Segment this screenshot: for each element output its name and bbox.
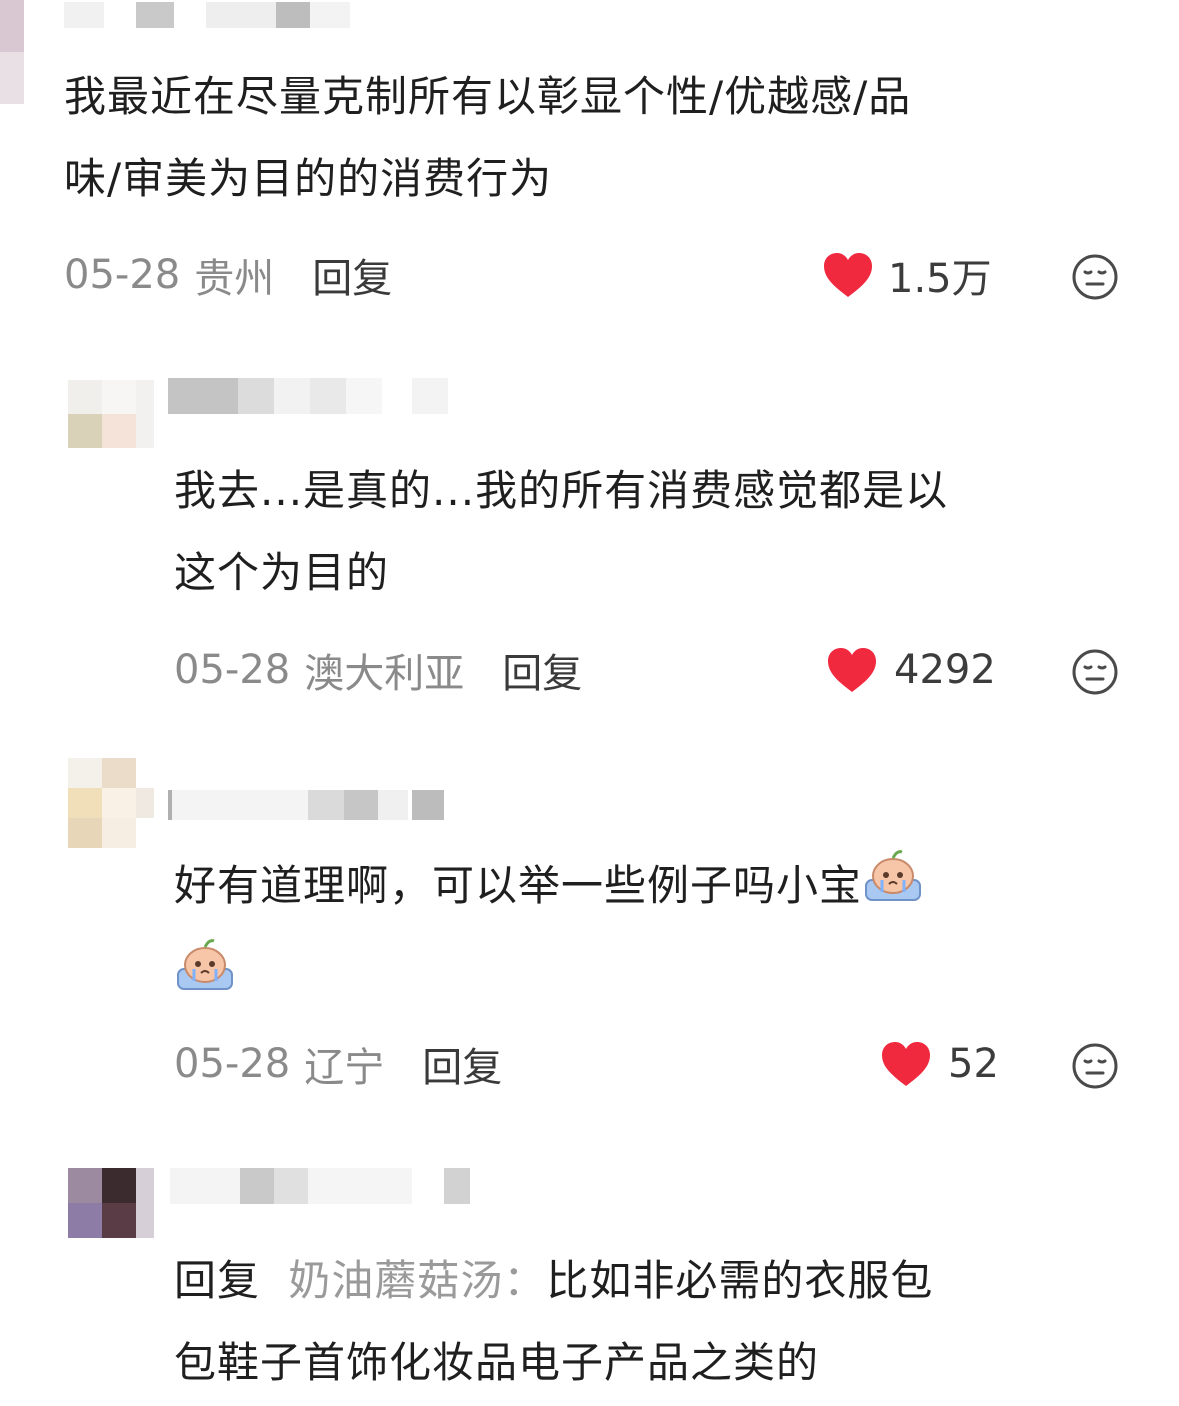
comment-line xyxy=(174,933,1134,1022)
comment-line: 回复 奶油蘑菇汤：比如非必需的衣服包 xyxy=(174,1240,1154,1322)
reply-button[interactable]: 回复 xyxy=(422,1035,502,1093)
reply-to-username[interactable]: 奶油蘑菇汤： xyxy=(288,1256,546,1305)
crying-peach-emoji xyxy=(174,933,236,1022)
reply-button[interactable]: 回复 xyxy=(312,246,392,304)
comment-text: 我去...是真的...我的所有消费感觉都是以 这个为目的 xyxy=(174,450,1134,614)
comment-meta: 05-28 澳大利亚 回复 xyxy=(174,640,582,700)
comment-date: 05-28 xyxy=(174,647,291,693)
heart-icon xyxy=(880,1040,932,1088)
comment-meta: 05-28 辽宁 回复 xyxy=(174,1034,502,1094)
heart-icon xyxy=(826,646,878,694)
neutral-face-icon[interactable] xyxy=(1071,1042,1119,1090)
comment-location: 辽宁 xyxy=(304,1045,385,1091)
comment-line: 这个为目的 xyxy=(174,548,390,597)
comment-line-text: 比如非必需的衣服包 xyxy=(546,1256,934,1305)
comment-date: 05-28 xyxy=(64,252,181,298)
comment-date: 05-28 xyxy=(174,1041,291,1087)
neutral-face-icon[interactable] xyxy=(1071,253,1119,301)
comment-location: 澳大利亚 xyxy=(304,651,465,697)
like-button[interactable]: 1.5万 xyxy=(822,245,992,305)
neutral-face-icon[interactable] xyxy=(1071,648,1119,696)
comment-line: 好有道理啊，可以举一些例子吗小宝 xyxy=(174,844,1134,933)
like-count: 4292 xyxy=(894,647,996,693)
comment-location: 贵州 xyxy=(194,256,275,302)
comment-text: 我最近在尽量克制所有以彰显个性/优越感/品 味/审美为目的的消费行为 xyxy=(64,56,1144,220)
avatar-comment-1[interactable] xyxy=(0,0,24,104)
avatar-comment-3[interactable] xyxy=(68,758,154,848)
like-button[interactable]: 4292 xyxy=(826,640,996,700)
username-comment-4[interactable] xyxy=(170,1168,470,1204)
comment-meta: 05-28 贵州 回复 xyxy=(64,245,392,305)
like-button[interactable]: 52 xyxy=(880,1034,999,1094)
heart-icon xyxy=(822,251,874,299)
comment-text: 回复 奶油蘑菇汤：比如非必需的衣服包 包鞋子首饰化妆品电子产品之类的 xyxy=(174,1240,1154,1404)
username-comment-1[interactable] xyxy=(64,2,364,28)
comment-line-text: 好有道理啊，可以举一些例子吗小宝 xyxy=(174,861,863,910)
comment-line: 我去...是真的...我的所有消费感觉都是以 xyxy=(174,466,949,515)
like-count: 52 xyxy=(948,1041,999,1087)
like-count: 1.5万 xyxy=(888,256,992,302)
comment-line: 包鞋子首饰化妆品电子产品之类的 xyxy=(174,1338,820,1387)
reply-button[interactable]: 回复 xyxy=(502,641,582,699)
comment-line: 我最近在尽量克制所有以彰显个性/优越感/品 xyxy=(64,72,912,121)
crying-peach-emoji xyxy=(862,844,924,933)
comment-text: 好有道理啊，可以举一些例子吗小宝 xyxy=(174,844,1134,1022)
reply-prefix: 回复 xyxy=(174,1256,261,1305)
avatar-comment-4[interactable] xyxy=(68,1168,154,1238)
avatar-comment-2[interactable] xyxy=(68,380,154,448)
username-comment-2[interactable] xyxy=(168,378,458,414)
username-comment-3[interactable] xyxy=(168,790,444,820)
comment-line: 味/审美为目的的消费行为 xyxy=(64,154,553,203)
